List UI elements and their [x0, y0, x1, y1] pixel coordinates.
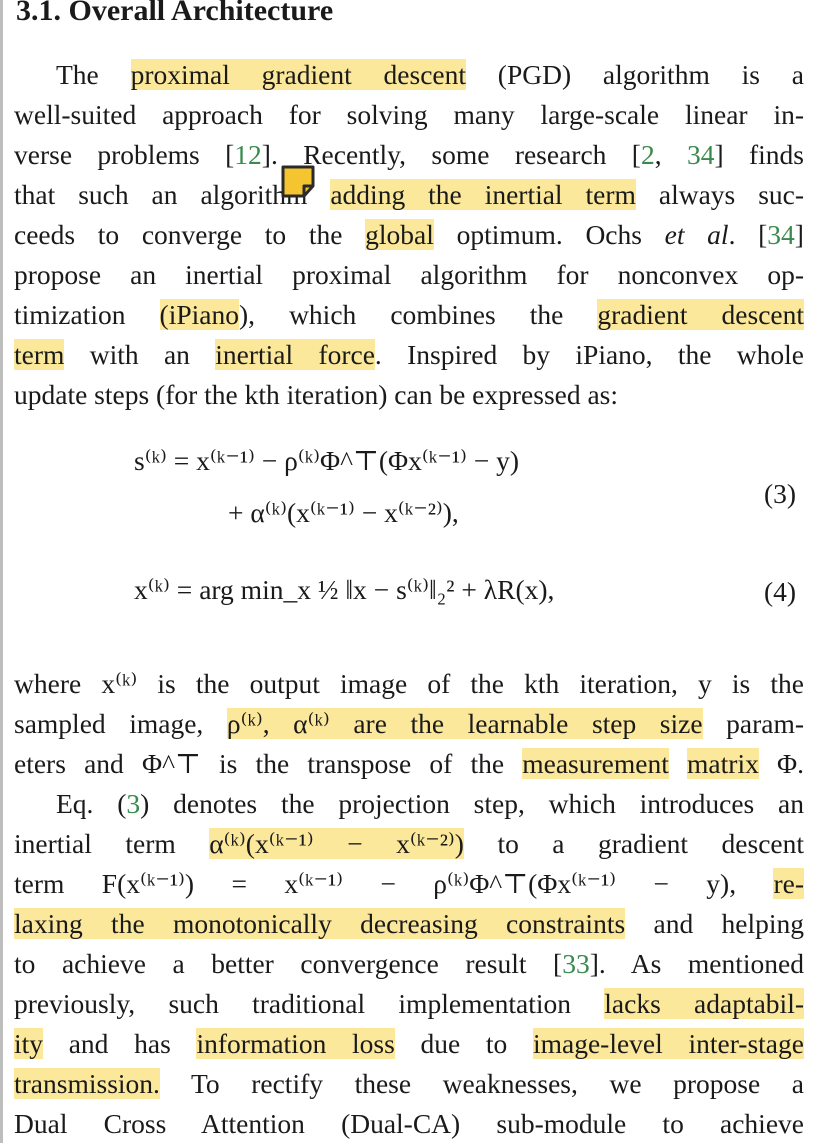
highlight[interactable]: matrix: [687, 748, 759, 779]
highlight[interactable]: gradient descent: [597, 299, 804, 330]
highlight[interactable]: laxing the monotonically decreasing cons…: [14, 908, 626, 939]
highlight[interactable]: (iPiano: [159, 299, 239, 330]
text-line: previously, such traditional implementat…: [14, 988, 804, 1019]
text-line: The proximal gradient descent (PGD) algo…: [56, 59, 804, 90]
sticky-note-icon[interactable]: [280, 164, 320, 200]
citation-link[interactable]: 33: [562, 948, 590, 979]
text-line: Eq. (3) denotes the projection step, whi…: [56, 788, 804, 819]
text-line: that such an algorithm adding the inerti…: [14, 179, 805, 210]
text-line: propose an inertial proximal algorithm f…: [14, 259, 804, 290]
text-line: ity and has information loss due to imag…: [14, 1028, 804, 1059]
citation-link[interactable]: 34: [687, 139, 715, 170]
section-heading: 3.1. Overall Architecture: [16, 0, 334, 27]
paragraph-2: where x⁽ᵏ⁾ is the output image of the kt…: [14, 664, 804, 784]
paragraph-1: The proximal gradient descent (PGD) algo…: [14, 55, 804, 415]
highlight[interactable]: information loss: [196, 1028, 395, 1059]
highlight[interactable]: ρ⁽ᵏ⁾, α⁽ᵏ⁾ are the learnable step size: [226, 708, 703, 739]
text-line: to achieve a better convergence result […: [14, 948, 804, 979]
highlight[interactable]: term: [14, 339, 65, 370]
citation-link[interactable]: 2: [641, 139, 655, 170]
highlight[interactable]: image-level inter-stage: [532, 1028, 804, 1059]
text-line: laxing the monotonically decreasing cons…: [14, 908, 804, 939]
citation-link[interactable]: 34: [767, 219, 795, 250]
highlight[interactable]: ity: [14, 1028, 44, 1059]
equation-link[interactable]: 3: [126, 788, 140, 819]
highlight[interactable]: proximal gradient descent: [130, 59, 466, 90]
highlight[interactable]: measurement: [522, 748, 669, 779]
page-edge: [0, 0, 3, 1143]
text-line: transmission. To rectify these weaknesse…: [14, 1068, 804, 1099]
text-line: sampled image, ρ⁽ᵏ⁾, α⁽ᵏ⁾ are the learna…: [14, 708, 804, 739]
citation-link[interactable]: 12: [234, 139, 262, 170]
paragraph-3: Eq. (3) denotes the projection step, whi…: [14, 784, 804, 1144]
highlight[interactable]: transmission.: [14, 1068, 160, 1099]
text-line: verse problems [12]. Recently, some rese…: [14, 139, 804, 170]
text-line: term F(x⁽ᵏ⁻¹⁾) = x⁽ᵏ⁻¹⁾ − ρ⁽ᵏ⁾Φ^⊤(Φx⁽ᵏ⁻¹…: [14, 868, 804, 899]
text-line: term with an inertial force. Inspired by…: [14, 339, 804, 370]
text-line: timization (iPiano), which combines the …: [14, 299, 804, 330]
text-line: Dual Cross Attention (Dual-CA) sub-modul…: [14, 1108, 804, 1139]
text-line: inertial term α⁽ᵏ⁾(x⁽ᵏ⁻¹⁾ − x⁽ᵏ⁻²⁾) to a…: [14, 828, 804, 859]
equation-number-3: (3): [764, 478, 797, 509]
highlight[interactable]: global: [365, 219, 434, 250]
paper-page: 3.1. Overall Architecture The proximal g…: [0, 0, 828, 1143]
equation-3-line-2: + α⁽ᵏ⁾(x⁽ᵏ⁻¹⁾ − x⁽ᵏ⁻²⁾),: [228, 497, 459, 528]
highlight[interactable]: adding the inertial term: [330, 179, 636, 210]
highlight[interactable]: re-: [773, 868, 804, 899]
text-line: update steps (for the kth iteration) can…: [14, 379, 619, 410]
text-line: eters and Φ^⊤ is the transpose of the me…: [14, 748, 805, 779]
equation-4: x⁽ᵏ⁾ = arg min_x ½ ‖x − s⁽ᵏ⁾‖₂² + λR(x),: [134, 574, 555, 605]
text-line: ceeds to converge to the global optimum.…: [14, 219, 804, 250]
highlight[interactable]: inertial force: [215, 339, 375, 370]
equation-number-4: (4): [764, 576, 797, 607]
highlight[interactable]: lacks adaptabil-: [604, 988, 804, 1019]
highlight[interactable]: α⁽ᵏ⁾(x⁽ᵏ⁻¹⁾ − x⁽ᵏ⁻²⁾): [209, 828, 464, 859]
text-line: well-suited approach for solving many la…: [14, 99, 804, 130]
text-line: where x⁽ᵏ⁾ is the output image of the kt…: [14, 668, 804, 699]
equation-3-line-1: s⁽ᵏ⁾ = x⁽ᵏ⁻¹⁾ − ρ⁽ᵏ⁾Φ^⊤(Φx⁽ᵏ⁻¹⁾ − y): [134, 445, 519, 476]
